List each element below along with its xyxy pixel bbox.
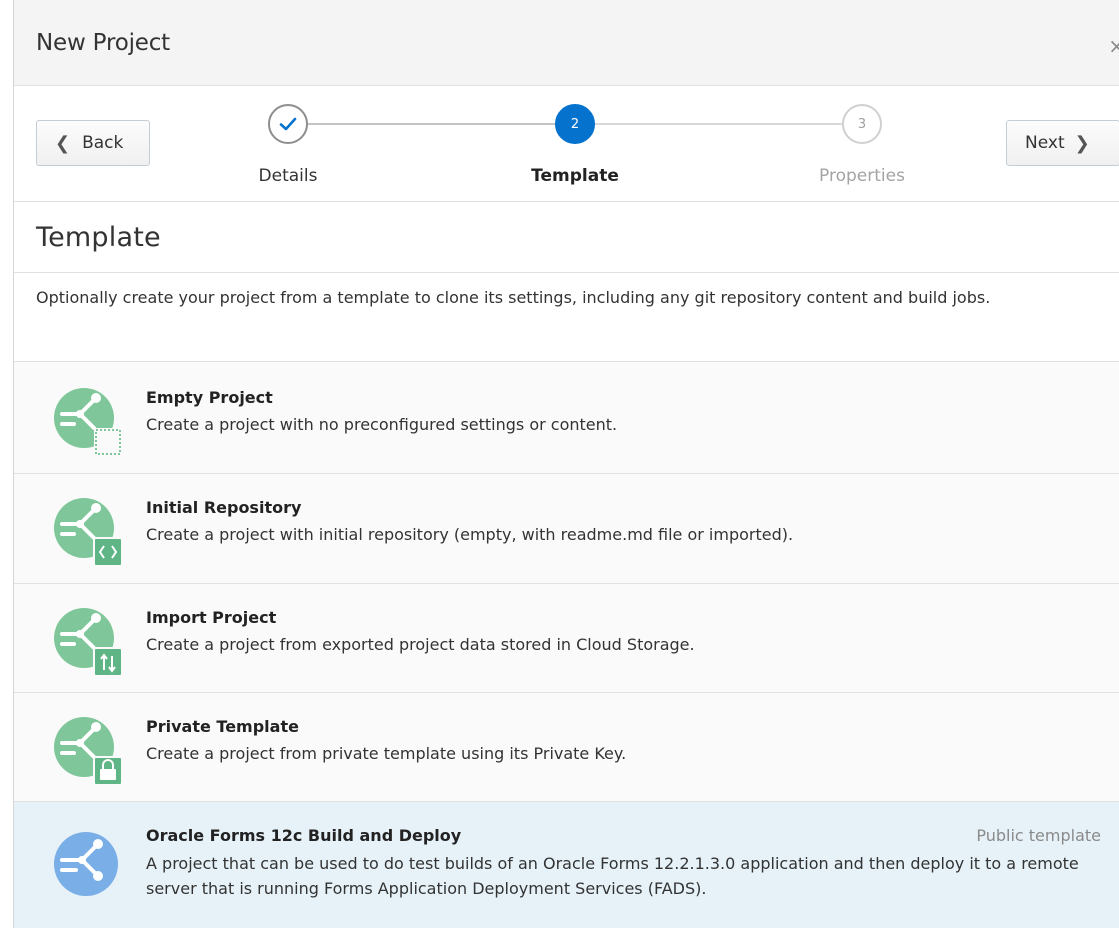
import-project-icon bbox=[54, 608, 123, 677]
section-description: Optionally create your project from a te… bbox=[36, 288, 991, 307]
chevron-right-icon: ❯ bbox=[1074, 132, 1090, 154]
step-details-label: Details bbox=[258, 166, 318, 186]
initial-repository-icon bbox=[54, 498, 123, 567]
back-button[interactable]: ❮ Back bbox=[36, 120, 150, 166]
public-template-icon bbox=[54, 832, 118, 896]
next-button[interactable]: Next ❯ bbox=[1006, 120, 1119, 166]
next-button-label: Next bbox=[1025, 133, 1065, 153]
section-title: Template bbox=[36, 222, 161, 253]
public-template-badge: Public template bbox=[976, 826, 1101, 845]
template-item-import-project[interactable]: Import Project Create a project from exp… bbox=[14, 583, 1119, 692]
template-name: Import Project bbox=[146, 608, 277, 627]
close-icon[interactable]: × bbox=[1108, 34, 1119, 58]
template-list: Empty Project Create a project with no p… bbox=[14, 361, 1119, 928]
template-description: Create a project from exported project d… bbox=[146, 635, 695, 654]
template-item-initial-repository[interactable]: Initial Repository Create a project with… bbox=[14, 473, 1119, 583]
step-train: ❮ Back 2 3 Details Template Properties N… bbox=[14, 86, 1119, 202]
step-details-circle[interactable] bbox=[268, 104, 308, 144]
template-description: A project that can be used to do test bu… bbox=[146, 854, 1079, 898]
private-template-icon bbox=[54, 717, 123, 786]
step-template-label: Template bbox=[531, 166, 619, 186]
empty-project-icon bbox=[54, 388, 122, 456]
template-name: Private Template bbox=[146, 717, 299, 736]
template-description: Create a project with initial repository… bbox=[146, 525, 794, 544]
template-name: Oracle Forms 12c Build and Deploy bbox=[146, 826, 462, 845]
template-name: Initial Repository bbox=[146, 498, 302, 517]
step-properties-label: Properties bbox=[819, 166, 905, 186]
template-item-empty-project[interactable]: Empty Project Create a project with no p… bbox=[14, 361, 1119, 473]
train-connector bbox=[595, 123, 842, 125]
new-project-dialog: New Project × ❮ Back 2 3 Details Templat… bbox=[13, 0, 1119, 928]
template-item-oracle-forms[interactable]: Oracle Forms 12c Build and Deploy Public… bbox=[14, 801, 1119, 928]
template-description: Create a project with no preconfigured s… bbox=[146, 415, 618, 434]
template-description: Create a project from private template u… bbox=[146, 744, 627, 763]
section-divider bbox=[14, 272, 1119, 273]
step-template-circle[interactable]: 2 bbox=[555, 104, 595, 144]
template-item-private-template[interactable]: Private Template Create a project from p… bbox=[14, 692, 1119, 801]
dialog-header: New Project × bbox=[14, 0, 1119, 86]
step-properties-circle[interactable]: 3 bbox=[842, 104, 882, 144]
dialog-title: New Project bbox=[36, 30, 170, 56]
train-connector bbox=[308, 123, 555, 125]
chevron-left-icon: ❮ bbox=[55, 132, 71, 154]
checkmark-icon bbox=[279, 117, 297, 131]
back-button-label: Back bbox=[82, 133, 124, 153]
template-name: Empty Project bbox=[146, 388, 273, 407]
